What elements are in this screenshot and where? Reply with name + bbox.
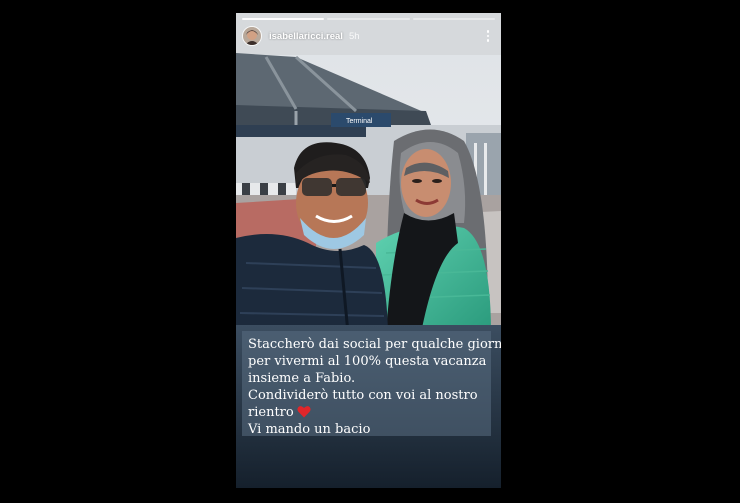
story-progress-segment [242,18,325,20]
caption-line-with-heart: rientro [248,404,485,421]
avatar[interactable] [242,26,262,46]
avatar-image [243,27,261,45]
red-heart-icon [297,406,311,418]
story-caption: Staccherò dai social per qualche giorno … [242,331,501,437]
more-vertical-icon[interactable] [481,27,495,45]
caption-line: Staccherò dai social per qualche giorno [248,337,501,352]
story-header: isabellaricci.real 5h [236,22,501,50]
story-username[interactable]: isabellaricci.real [269,31,343,42]
caption-line: per vivermi al 100% questa vacanza [248,354,487,369]
caption-line: Condividerò tutto con voi al nostro [248,388,478,403]
story-viewer[interactable]: Terminal isabellaricci.real 5h Staccherò… [236,13,501,488]
story-progress-segment [412,18,495,20]
story-progress-segment [327,18,410,20]
terminal-sign-text: Terminal [346,118,373,125]
story-progress-bar [242,18,495,20]
story-age: 5h [348,30,360,42]
caption-line: Vi mando un bacio [248,422,371,437]
caption-line: insieme a Fabio. [248,371,356,386]
caption-line: rientro [248,405,294,420]
